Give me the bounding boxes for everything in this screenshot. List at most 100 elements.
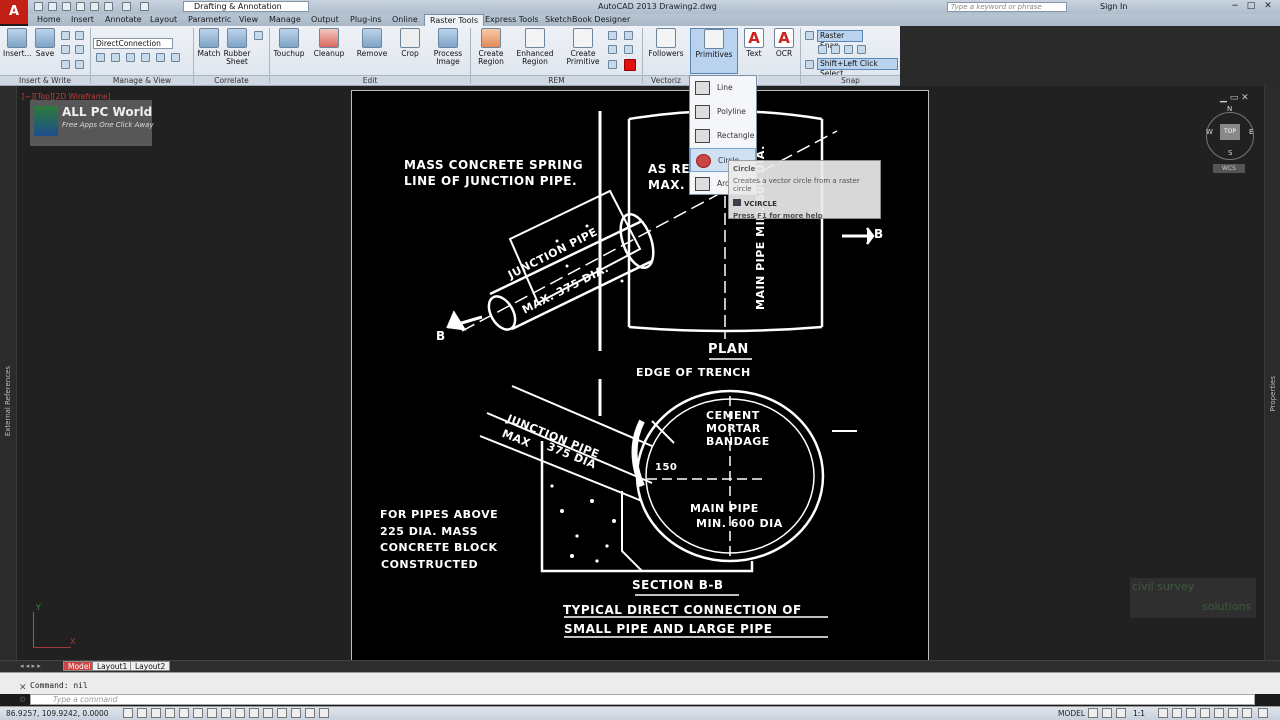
raster-snap-button[interactable]: Raster Snap bbox=[817, 30, 863, 50]
model-space-toggle[interactable]: MODEL bbox=[1058, 709, 1085, 718]
rem-copy-icon[interactable] bbox=[624, 31, 633, 40]
tab-insert[interactable]: Insert bbox=[66, 14, 99, 26]
quick-properties-icon[interactable] bbox=[291, 708, 301, 718]
tab-home[interactable]: Home bbox=[32, 14, 66, 26]
rem-color-icon[interactable] bbox=[608, 60, 617, 69]
properties-palette[interactable]: Properties bbox=[1264, 86, 1280, 660]
tab-express-tools[interactable]: Express Tools bbox=[480, 14, 544, 26]
touchup-button[interactable]: Touchup bbox=[272, 28, 306, 58]
zoom-icon[interactable] bbox=[96, 53, 105, 62]
direct-connection-select[interactable]: DirectConnection bbox=[93, 38, 173, 49]
crop-button[interactable]: Crop bbox=[396, 28, 424, 58]
infer-constraints-icon[interactable] bbox=[123, 708, 133, 718]
layer-icon[interactable] bbox=[171, 53, 180, 62]
command-close-icon[interactable]: ✕ bbox=[19, 683, 27, 693]
tab-model[interactable]: Model bbox=[63, 661, 96, 671]
hide-icon[interactable] bbox=[126, 53, 135, 62]
minimize-button[interactable]: − bbox=[1228, 1, 1242, 12]
primitives-button[interactable]: Primitives bbox=[690, 28, 738, 74]
rem-red-color-icon[interactable] bbox=[624, 59, 636, 71]
redo-icon[interactable] bbox=[140, 2, 149, 11]
ortho-mode-icon[interactable] bbox=[165, 708, 175, 718]
undo-icon[interactable] bbox=[122, 2, 131, 11]
dynamic-input-icon[interactable] bbox=[249, 708, 259, 718]
annotation-visibility-icon[interactable] bbox=[1158, 708, 1168, 718]
cleanup-button[interactable]: Cleanup bbox=[311, 28, 347, 58]
object-snap-icon[interactable] bbox=[193, 708, 203, 718]
snap-endpoint-icon[interactable] bbox=[818, 45, 827, 54]
image-manager-icon[interactable] bbox=[111, 53, 120, 62]
group-snap[interactable]: Snap bbox=[801, 75, 900, 85]
snap-mode-icon[interactable] bbox=[137, 708, 147, 718]
transparency-icon[interactable] bbox=[277, 708, 287, 718]
annotation-scale-icon[interactable] bbox=[1116, 708, 1126, 718]
coordinates-readout[interactable]: 86.9257, 109.9242, 0.0000 bbox=[6, 709, 109, 718]
correlate-icon[interactable] bbox=[254, 31, 263, 40]
hardware-acceleration-icon[interactable] bbox=[1214, 708, 1224, 718]
tab-plugins[interactable]: Plug-ins bbox=[345, 14, 387, 26]
external-references-palette[interactable]: External References bbox=[0, 86, 17, 660]
new-icon[interactable] bbox=[34, 2, 43, 11]
enhanced-region-button[interactable]: Enhanced Region bbox=[514, 28, 556, 66]
compass-north[interactable]: N bbox=[1227, 105, 1232, 113]
compass-west[interactable]: W bbox=[1206, 128, 1213, 136]
image-quality-icon[interactable] bbox=[75, 31, 84, 40]
menu-item-rectangle[interactable]: Rectangle bbox=[690, 124, 756, 148]
show-icon[interactable] bbox=[141, 53, 150, 62]
compass-east[interactable]: E bbox=[1249, 128, 1253, 136]
application-menu-button[interactable]: A bbox=[0, 0, 28, 24]
image-clip-icon[interactable] bbox=[75, 45, 84, 54]
open-icon[interactable] bbox=[48, 2, 57, 11]
group-manage-view[interactable]: Manage & View bbox=[91, 75, 193, 85]
group-correlate[interactable]: Correlate bbox=[194, 75, 269, 85]
close-button[interactable]: ✕ bbox=[1261, 1, 1275, 12]
tab-parametric[interactable]: Parametric bbox=[183, 14, 236, 26]
tab-output[interactable]: Output bbox=[306, 14, 344, 26]
grid-display-icon[interactable] bbox=[151, 708, 161, 718]
lock-icon[interactable] bbox=[1200, 708, 1210, 718]
workspace-switching-icon[interactable] bbox=[1186, 708, 1196, 718]
save-image-button[interactable]: Save bbox=[33, 28, 57, 58]
compass-south[interactable]: S bbox=[1228, 149, 1232, 157]
ucs-dynamic-icon[interactable] bbox=[235, 708, 245, 718]
print-icon[interactable] bbox=[104, 2, 113, 11]
remove-button[interactable]: Remove bbox=[355, 28, 389, 58]
auto-scale-icon[interactable] bbox=[1172, 708, 1182, 718]
process-image-button[interactable]: Process Image bbox=[430, 28, 466, 66]
sign-in-link[interactable]: Sign In bbox=[1100, 2, 1127, 11]
image-frame-icon[interactable] bbox=[61, 31, 70, 40]
clean-screen-icon[interactable] bbox=[1258, 708, 1268, 718]
command-customize-icon[interactable]: ⚙ bbox=[19, 695, 26, 704]
tab-layout[interactable]: Layout bbox=[145, 14, 182, 26]
annotation-monitor-icon[interactable] bbox=[319, 708, 329, 718]
command-input[interactable]: Type a command bbox=[30, 694, 1255, 705]
quick-view-drawings-icon[interactable] bbox=[1102, 708, 1112, 718]
tab-manage[interactable]: Manage bbox=[264, 14, 306, 26]
lineweight-icon[interactable] bbox=[263, 708, 273, 718]
shift-left-click-select-button[interactable]: Shift+Left Click Select bbox=[817, 58, 898, 78]
image-transparency-icon[interactable] bbox=[61, 45, 70, 54]
3d-object-snap-icon[interactable] bbox=[207, 708, 217, 718]
group-rem[interactable]: REM bbox=[471, 75, 642, 85]
tab-sketchbook-designer[interactable]: SketchBook Designer bbox=[540, 14, 635, 26]
properties-icon[interactable] bbox=[156, 53, 165, 62]
plot-icon[interactable] bbox=[90, 2, 99, 11]
tab-layout2[interactable]: Layout2 bbox=[130, 661, 171, 671]
rubber-sheet-button[interactable]: Rubber Sheet bbox=[223, 28, 251, 66]
insert-button[interactable]: Insert... bbox=[3, 28, 32, 58]
save-icon[interactable] bbox=[62, 2, 71, 11]
workspace-select[interactable]: Drafting & Annotation bbox=[183, 1, 309, 12]
text-button[interactable]: A Text bbox=[742, 28, 766, 58]
snap-node-icon[interactable] bbox=[857, 45, 866, 54]
selection-cycling-icon[interactable] bbox=[305, 708, 315, 718]
group-insert-write[interactable]: Insert & Write bbox=[0, 75, 90, 85]
snap-midpoint-icon[interactable] bbox=[831, 45, 840, 54]
maximize-button[interactable]: □ bbox=[1244, 1, 1258, 12]
menu-item-polyline[interactable]: Polyline bbox=[690, 100, 756, 124]
viewcube-top-face[interactable]: TOP bbox=[1220, 124, 1240, 140]
wcs-menu[interactable]: WCS bbox=[1213, 164, 1245, 173]
status-menu-icon[interactable] bbox=[1242, 708, 1252, 718]
save-as-icon[interactable] bbox=[76, 2, 85, 11]
select-toggle-icon[interactable] bbox=[805, 60, 814, 69]
ocr-button[interactable]: A OCR bbox=[771, 28, 797, 58]
